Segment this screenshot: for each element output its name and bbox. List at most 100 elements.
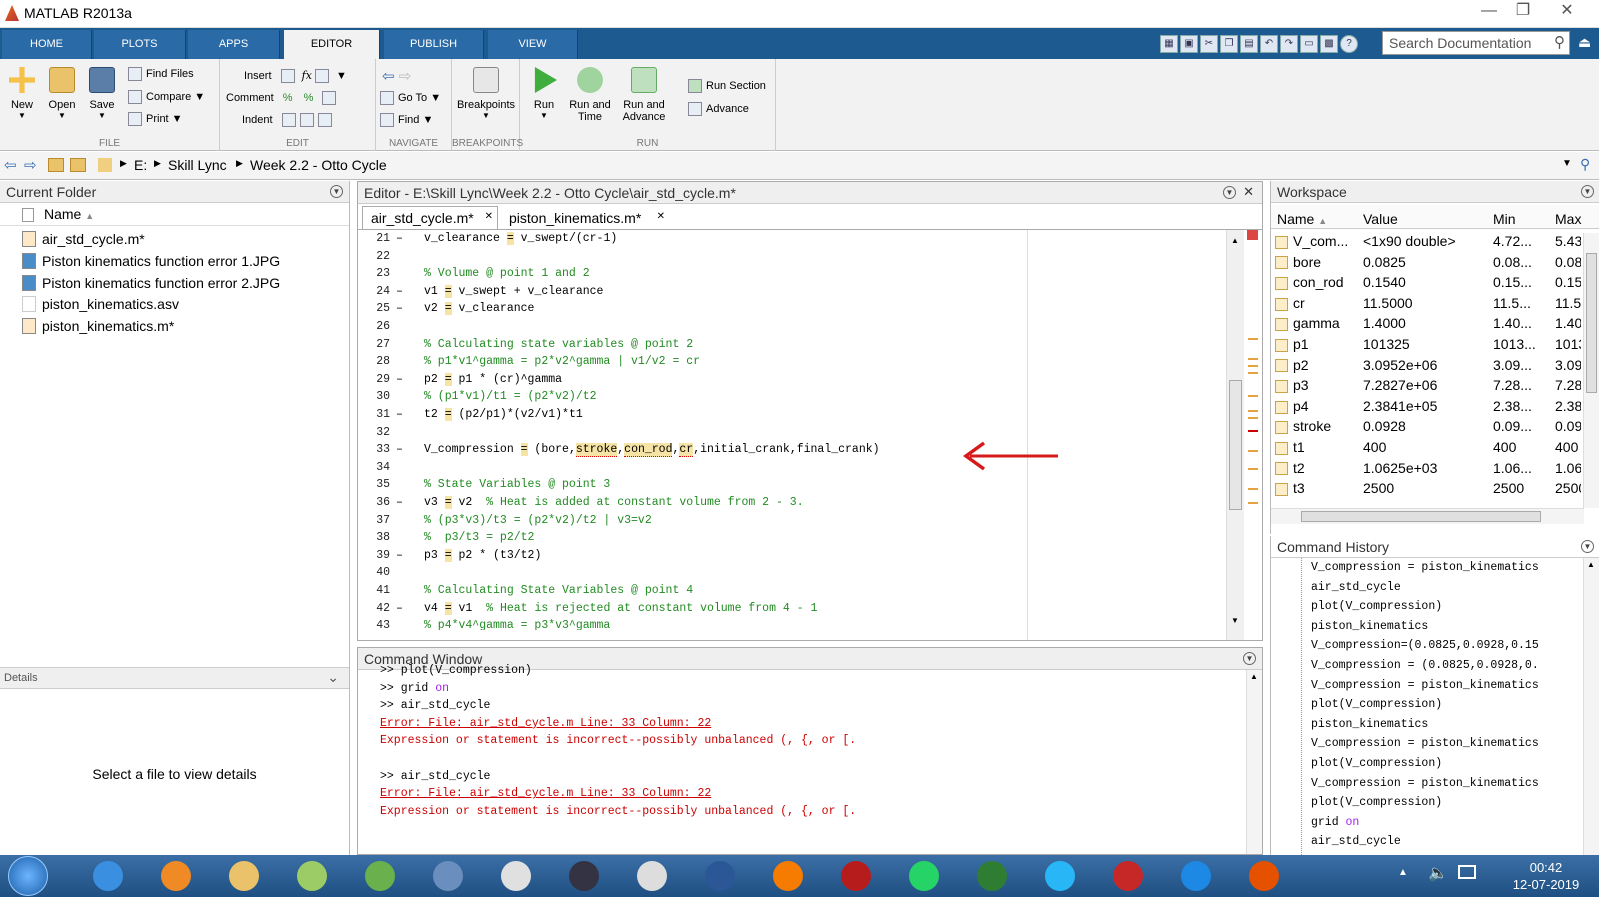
ws-hscroll[interactable] [1271,508,1584,524]
breakpoint-marker[interactable]: – [396,302,403,315]
back-arrow-icon[interactable]: ⇦ [4,156,17,174]
code-line[interactable]: v3 = v2 % Heat is added at constant volu… [424,496,804,509]
help-icon[interactable]: ? [1340,34,1358,53]
file-item[interactable]: piston_kinematics.m* [22,315,174,336]
paint-icon[interactable] [1100,858,1156,894]
tab-publish[interactable]: PUBLISH [384,30,484,59]
ws-scroll-thumb[interactable] [1586,253,1597,393]
scroll-thumb[interactable] [1229,380,1242,510]
history-item[interactable]: piston_kinematics [1311,718,1428,731]
new-button[interactable]: New ▼ [0,67,44,120]
warning-marker[interactable] [1248,372,1258,374]
scroll-up-icon[interactable]: ▲ [1231,236,1239,245]
tray-expand-icon[interactable]: ▲ [1398,867,1408,878]
workspace-row[interactable]: gamma 1.4000 1.40... 1.40... [1275,315,1581,336]
print-button[interactable]: Print ▼ [128,112,183,126]
code-line[interactable]: p2 = p1 * (cr)^gamma [424,372,562,386]
tab-plots[interactable]: PLOTS [94,30,186,59]
breakpoint-marker[interactable]: – [396,408,403,421]
warning-marker[interactable] [1248,502,1258,504]
code-line[interactable]: v4 = v1 % Heat is rejected at constant v… [424,601,817,615]
workspace-row[interactable]: p3 7.2827e+06 7.28... 7.28... [1275,377,1581,398]
details-chevron-icon[interactable]: ⌄ [327,669,339,686]
find-files-button[interactable]: Find Files [128,67,194,81]
history-scrollbar[interactable]: ▲ [1583,558,1599,855]
details-header[interactable]: Details ⌄ [0,667,349,689]
command-scrollbar[interactable]: ▲ [1246,670,1262,854]
whatsapp-icon[interactable] [896,858,952,894]
system-clock[interactable]: 00:42 12-07-2019 [1501,859,1591,893]
history-item[interactable]: air_std_cycle [1311,835,1401,848]
cut-icon[interactable]: ✂ [1200,34,1218,53]
workspace-row[interactable]: t2 1.0625e+03 1.06... 1.06... [1275,460,1581,481]
history-item[interactable]: V_compression = (0.0825,0.0928,0. [1311,659,1539,672]
tab-air-std-cycle[interactable]: air_std_cycle.m* ✕ [362,206,498,230]
goto-button[interactable]: Go To ▼ [380,91,441,105]
warning-marker[interactable] [1248,417,1258,419]
workspace-row[interactable]: V_com... <1x90 double> 4.72... 5.43... [1275,233,1581,254]
media-player-icon[interactable] [148,858,204,894]
vlc-icon[interactable] [760,858,816,894]
path-drive[interactable]: E: [134,157,147,173]
error-marker[interactable] [1248,430,1258,432]
workspace-row[interactable]: p2 3.0952e+06 3.09... 3.09... [1275,357,1581,378]
warning-marker[interactable] [1248,410,1258,412]
ie-icon[interactable] [80,858,136,894]
save-button[interactable]: Save ▼ [80,67,124,120]
word-icon[interactable] [692,858,748,894]
history-item[interactable]: air_std_cycle [1311,581,1401,594]
workspace-row[interactable]: bore 0.0825 0.08... 0.08... [1275,254,1581,275]
switch-windows-icon[interactable]: ▭ [1300,34,1318,53]
workspace-row[interactable]: p1 101325 1013... 1013... [1275,336,1581,357]
ws-col-min[interactable]: Min [1493,211,1516,227]
status-indicator[interactable] [1247,230,1258,240]
history-item[interactable]: plot(V_compression) [1311,757,1442,770]
workspace-row[interactable]: con_rod 0.1540 0.15... 0.15... [1275,274,1581,295]
close-button[interactable]: ✕ [1550,0,1584,22]
paste-icon[interactable]: ▤ [1240,34,1258,53]
back-forward-buttons[interactable]: ⇦ ⇨ [382,67,411,85]
scroll-up-icon[interactable]: ▲ [1250,672,1258,681]
path-folder-week[interactable]: Week 2.2 - Otto Cycle [250,157,387,173]
warning-marker[interactable] [1248,365,1258,367]
panel-actions-icon[interactable]: ▼ [330,185,343,198]
code-line[interactable]: p3 = p2 * (t3/t2) [424,548,541,562]
history-item[interactable]: V_compression = piston_kinematics [1311,777,1539,790]
chrome-icon[interactable] [488,858,544,894]
forward-arrow-icon[interactable]: ⇨ [24,156,37,174]
history-actions-icon[interactable]: ▼ [1581,540,1594,553]
uncomment-icon[interactable]: % [304,92,314,104]
network-icon[interactable] [420,858,476,894]
compare-button[interactable]: Compare ▼ [128,90,205,104]
warning-marker[interactable] [1248,488,1258,490]
breakpoints-button[interactable]: Breakpoints ▼ [456,67,516,120]
history-item[interactable]: plot(V_compression) [1311,796,1442,809]
insert-button[interactable]: Insert fx ▼ [244,69,347,84]
copy-icon[interactable]: ❐ [1220,34,1238,53]
path-folder-skill-lync[interactable]: Skill Lync [168,157,227,173]
snipping-icon[interactable] [624,858,680,894]
breakpoint-marker[interactable]: – [396,285,403,298]
notepad-icon[interactable] [284,858,340,894]
advance-button[interactable]: Advance [688,102,749,116]
close-editor-icon[interactable]: ✕ [1243,184,1254,200]
ws-col-value[interactable]: Value [1363,211,1398,227]
maximize-button[interactable]: ❐ [1506,0,1540,22]
run-button[interactable]: Run ▼ [522,67,566,120]
matlab-icon[interactable] [1236,858,1292,894]
history-item[interactable]: piston_kinematics [1311,620,1428,633]
code-line[interactable]: % Volume @ point 1 and 2 [424,267,590,280]
comment-button[interactable]: Comment % % [226,91,340,105]
code-area[interactable]: 21– v_clearance = v_swept/(cr-1) 22 23% Vol… [358,230,1222,630]
function-icon[interactable] [314,69,329,84]
command-window-actions-icon[interactable]: ▼ [1243,652,1256,665]
autocad-icon[interactable] [828,858,884,894]
code-line[interactable]: % (p3*v3)/t3 = (p2*v2)/t2 | v3=v2 [424,514,652,527]
code-line[interactable]: % Calculating State Variables @ point 4 [424,584,693,597]
path-dropdown-icon[interactable]: ▼ [1562,158,1572,169]
code-line[interactable]: v_clearance = v_swept/(cr-1) [424,232,617,245]
preferences-icon[interactable]: ▩ [1320,34,1338,53]
code-line[interactable]: % Calculating state variables @ point 2 [424,338,693,351]
layout-icon[interactable]: ▦ [1160,34,1178,53]
breakpoint-marker[interactable]: – [396,443,403,456]
